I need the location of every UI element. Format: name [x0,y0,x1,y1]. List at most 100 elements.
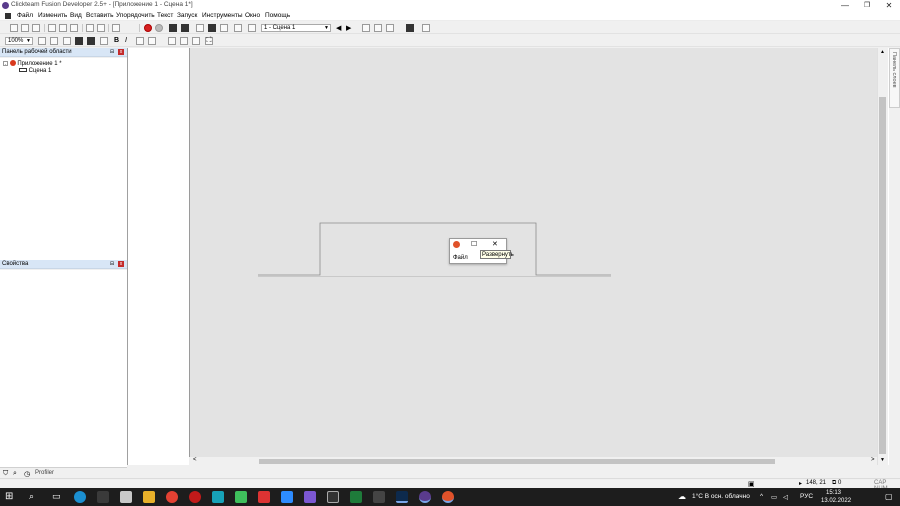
clock-date[interactable]: 13.02.2022 [821,498,851,504]
layer-front-icon[interactable] [63,37,71,45]
align-left-icon[interactable] [168,37,176,45]
align-center-icon[interactable] [180,37,188,45]
document-menu-icon[interactable] [5,13,11,19]
tab-search-icon[interactable]: ⌕ [13,470,17,478]
stop-icon[interactable] [155,24,163,32]
scroll-left-icon[interactable]: < [193,457,197,463]
photoshop-icon[interactable] [396,491,408,503]
app-terminal-icon[interactable] [373,491,385,503]
menu-file[interactable]: Файл [17,12,33,19]
redo-icon[interactable] [97,24,105,32]
tree-item-application[interactable]: - Приложение 1 * [3,60,62,67]
menu-edit[interactable]: Изменить [38,12,67,19]
app-figure-icon[interactable] [120,491,132,503]
options-icon[interactable] [422,24,430,32]
zoom-out-icon[interactable] [374,24,382,32]
align-right-icon[interactable] [192,37,200,45]
maximize-icon[interactable]: ☐ [471,240,477,248]
menu-text[interactable]: Текст [157,12,173,19]
paste-icon[interactable] [70,24,78,32]
maximize-button[interactable]: ❐ [856,0,878,11]
menu-view[interactable]: Вид [70,12,82,19]
text-color-icon[interactable] [148,37,156,45]
menu-window[interactable]: Окно [245,12,260,19]
scroll-right-icon[interactable]: > [871,457,875,463]
volume-icon[interactable]: ◁ [783,493,788,501]
align-icon[interactable] [100,37,108,45]
minimize-button[interactable]: — [834,0,856,11]
new-icon[interactable] [10,24,18,32]
frame-workarea[interactable] [189,48,877,457]
weather-text[interactable]: 1°C В осн. облачно [692,493,750,500]
zoom-in-icon[interactable] [362,24,370,32]
cut-icon[interactable] [48,24,56,32]
app-dark-icon[interactable] [327,491,339,503]
event-list-icon[interactable] [208,24,216,32]
explorer-icon[interactable] [143,491,155,503]
chrome-icon[interactable] [166,491,178,503]
frame-select[interactable]: 1 - Сцена 1 ▼ [261,24,331,32]
app-red-icon[interactable] [258,491,270,503]
app-purple-icon[interactable] [304,491,316,503]
pin-icon[interactable]: ⊟ [109,49,115,55]
menu-tools[interactable]: Инструменты [202,12,243,19]
running-app-icon[interactable] [442,491,454,503]
zoom-select[interactable]: 100% ▼ [5,37,33,45]
collapse-icon[interactable]: - [3,61,8,66]
data-elements-icon[interactable] [220,24,228,32]
bold-icon[interactable]: B [114,37,119,44]
scroll-down-icon[interactable]: ▼ [880,457,885,463]
fit-window-icon[interactable]: ⛶ [205,37,213,45]
tree-item-frame[interactable]: Сцена 1 [19,68,51,74]
previous-frame-icon[interactable]: ◀ [336,24,341,32]
windows-start-icon[interactable]: ⊞ [5,491,13,502]
zoom-tool-icon[interactable] [50,37,58,45]
undo-icon[interactable] [86,24,94,32]
background-color-icon[interactable] [406,24,414,32]
event-editor-icon[interactable] [196,24,204,32]
tab-clock-icon[interactable]: ◷ [24,470,30,478]
zoom-app-icon[interactable] [281,491,293,503]
underline-icon[interactable] [136,37,144,45]
app-green-icon[interactable] [235,491,247,503]
task-view-icon[interactable]: ▭ [52,491,61,502]
layers-panel-tab[interactable]: Панель слоев [889,48,900,108]
record-icon[interactable] [189,491,201,503]
copy-icon[interactable] [59,24,67,32]
layer-back-icon[interactable] [75,37,83,45]
app-cyan-icon[interactable] [212,491,224,503]
search-icon[interactable]: ⌕ [29,491,34,502]
grid-icon[interactable] [234,24,242,32]
hand-tool-icon[interactable] [38,37,46,45]
run-application-icon[interactable] [144,24,152,32]
clock-time[interactable]: 15:13 [826,490,841,496]
vertical-scroll-thumb[interactable] [879,97,886,454]
italic-icon[interactable]: I [125,37,127,44]
pin-icon[interactable]: ⊟ [109,261,115,267]
app-x-icon[interactable] [97,491,109,503]
language-indicator[interactable]: РУС [800,493,813,500]
close-icon[interactable]: ✕ [492,240,498,248]
panel-close-icon[interactable]: x [118,261,124,267]
tray-chevron-icon[interactable]: ^ [760,493,763,500]
menu-arrange[interactable]: Упорядочить [116,12,155,19]
frame-order-icon[interactable] [248,24,256,32]
save-icon[interactable] [32,24,40,32]
clickteam-fusion-icon[interactable] [419,491,431,503]
tab-profiler[interactable]: Profiler [35,470,54,476]
tab-tools-icon[interactable]: ⛉ [3,470,8,478]
horizontal-scroll-thumb[interactable] [259,459,775,464]
network-icon[interactable]: ▭ [771,493,777,501]
notifications-icon[interactable]: ▢ [885,492,893,501]
zoom-select-icon[interactable] [386,24,394,32]
open-icon[interactable] [21,24,29,32]
help-icon[interactable] [112,24,120,32]
next-frame-icon[interactable]: ▶ [346,24,351,32]
app-s-icon[interactable] [350,491,362,503]
menu-insert[interactable]: Вставить [86,12,114,19]
close-button[interactable]: ✕ [878,0,900,11]
snap-grid-icon[interactable] [87,37,95,45]
menu-run[interactable]: Запуск [177,12,197,19]
frame-editor-icon[interactable] [181,24,189,32]
mini-menu-file[interactable]: Файл [453,255,468,261]
